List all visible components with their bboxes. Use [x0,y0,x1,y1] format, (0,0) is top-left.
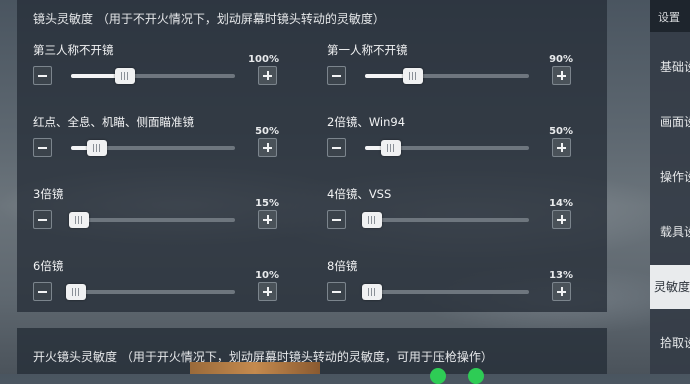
sidebar-item-label: 载具设置 [660,225,690,239]
slider-percent: 15% [255,198,279,209]
slider-thumb[interactable] [381,140,402,156]
increase-button[interactable] [552,138,571,157]
sidebar-item-label: 画面设置 [660,115,690,129]
decrease-button[interactable] [33,66,52,85]
increase-button[interactable] [552,210,571,229]
slider-percent: 50% [549,126,573,137]
slider-thumb[interactable] [69,212,90,228]
slider-thumb[interactable] [361,284,382,300]
sidebar-item-label: 操作设置 [660,170,690,184]
slider-percent: 50% [255,126,279,137]
slider-thumb[interactable] [87,140,108,156]
slider-percent: 100% [248,54,279,65]
slider-track[interactable] [65,284,235,300]
decrease-button[interactable] [33,282,52,301]
sidebar-item-label: 基础设置 [660,60,690,74]
slider-label: 第一人称不开镜 [327,43,408,57]
slider-thumb[interactable] [402,68,423,84]
decrease-button[interactable] [327,210,346,229]
green-dot-icon [430,368,446,384]
decrease-button[interactable] [327,66,346,85]
decrease-button[interactable] [327,282,346,301]
slider-label: 8倍镜 [327,259,358,273]
increase-button[interactable] [258,66,277,85]
slider-percent: 14% [549,198,573,209]
green-dot-icon [468,368,484,384]
sidebar-item-vehicle[interactable]: 载具设置 [650,211,690,251]
sidebar-header: 设置 [650,0,690,32]
slider-percent: 13% [549,270,573,281]
slider-track[interactable] [362,212,529,228]
slider-label: 6倍镜 [33,259,64,273]
sidebar-item-basic[interactable]: 基础设置 [650,46,690,86]
slider-label: 红点、全息、机瞄、侧面瞄准镜 [33,115,194,129]
slider-thumb[interactable] [115,68,136,84]
slider-percent: 10% [255,270,279,281]
slider-track[interactable] [71,68,235,84]
increase-button[interactable] [552,282,571,301]
slider-label: 3倍镜 [33,187,64,201]
slider-track[interactable] [365,140,529,156]
increase-button[interactable] [258,210,277,229]
decrease-button[interactable] [33,210,52,229]
sidebar-item-label: 灵敏度设置 [654,280,690,294]
slider-percent: 90% [549,54,573,65]
sidebar-item-controls[interactable]: 操作设置 [650,156,690,196]
decrease-button[interactable] [327,138,346,157]
slider-thumb[interactable] [65,284,86,300]
slider-thumb[interactable] [362,212,383,228]
slider-label: 第三人称不开镜 [33,43,114,57]
slider-track[interactable] [365,68,529,84]
sidebar-header-label: 设置 [658,11,680,24]
bottom-decoration [190,362,320,374]
sidebar-item-pickup[interactable]: 拾取设置 [650,322,690,362]
slider-track[interactable] [71,140,235,156]
slider-label: 4倍镜、VSS [327,187,392,201]
increase-button[interactable] [258,282,277,301]
slider-track[interactable] [69,212,235,228]
section-title: 镜头灵敏度 （用于不开火情况下，划动屏幕时镜头转动的灵敏度） [33,12,385,26]
sidebar-item-sensitivity[interactable]: 灵敏度设置 [650,265,690,309]
sidebar-item-label: 拾取设置 [660,336,690,350]
sidebar-item-graphics[interactable]: 画面设置 [650,101,690,141]
increase-button[interactable] [552,66,571,85]
increase-button[interactable] [258,138,277,157]
slider-track[interactable] [361,284,529,300]
decrease-button[interactable] [33,138,52,157]
slider-label: 2倍镜、Win94 [327,115,406,129]
